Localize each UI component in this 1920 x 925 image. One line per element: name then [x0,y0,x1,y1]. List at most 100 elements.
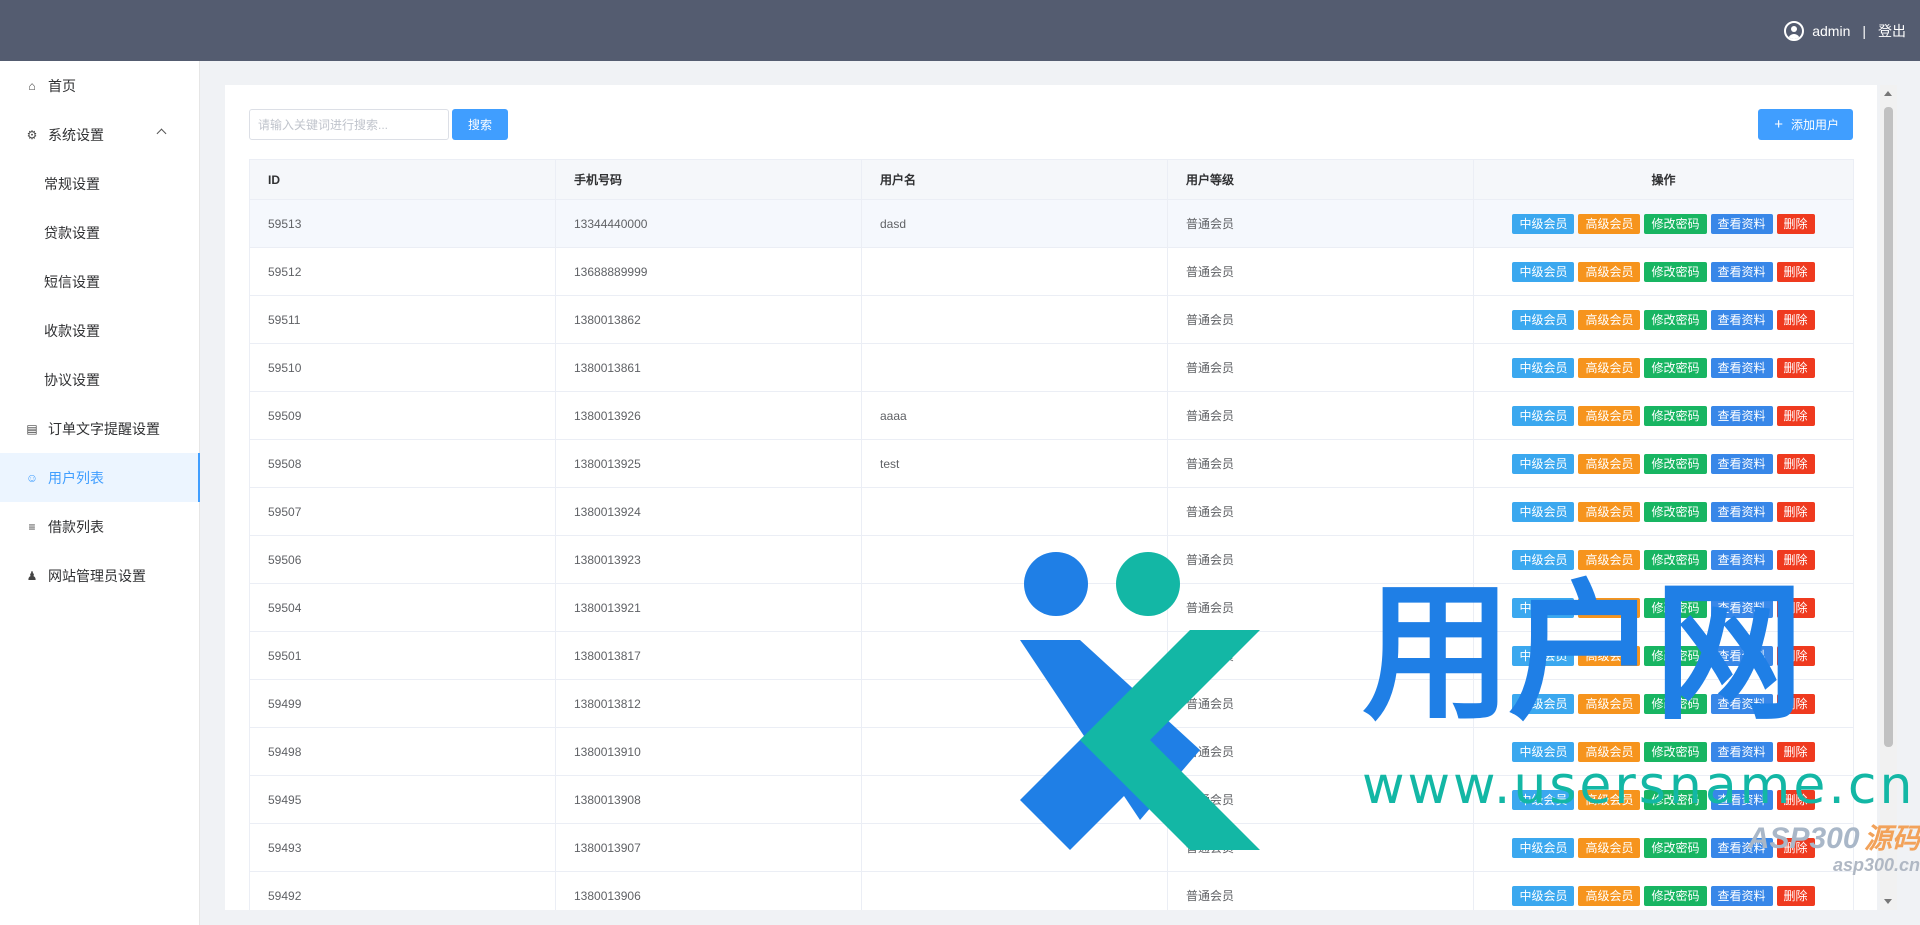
senior-member-button[interactable]: 高级会员 [1578,885,1641,906]
table-row[interactable]: 59499 1380013812 普通会员 中级会员 高级会员 修改密码 查看资料 删除 [249,679,1854,728]
delete-button[interactable]: 删除 [1776,789,1815,810]
change-password-button[interactable]: 修改密码 [1644,261,1707,282]
change-password-button[interactable]: 修改密码 [1644,357,1707,378]
senior-member-button[interactable]: 高级会员 [1578,597,1641,618]
view-profile-button[interactable]: 查看资料 [1710,453,1773,474]
delete-button[interactable]: 删除 [1776,261,1815,282]
sidebar-item-admin-settings[interactable]: ♟ 网站管理员设置 [0,551,199,600]
sidebar-item-agreement-settings[interactable]: 协议设置 [0,355,199,404]
user-avatar-icon[interactable] [1784,21,1805,41]
sidebar-item-general-settings[interactable]: 常规设置 [0,159,199,208]
table-row[interactable]: 59513 13344440000 dasd 普通会员 中级会员 高级会员 修改密码 查看资料… [249,199,1854,248]
mid-member-button[interactable]: 中级会员 [1512,549,1575,570]
search-button[interactable]: 搜索 [452,109,508,140]
mid-member-button[interactable]: 中级会员 [1512,357,1575,378]
logout-link[interactable]: 登出 [1878,21,1906,41]
search-input[interactable] [249,109,449,140]
table-row[interactable]: 59512 13688889999 普通会员 中级会员 高级会员 修改密码 查看资料 删除 [249,247,1854,296]
senior-member-button[interactable]: 高级会员 [1578,261,1641,282]
table-row[interactable]: 59498 1380013910 普通会员 中级会员 高级会员 修改密码 查看资料 删除 [249,727,1854,776]
view-profile-button[interactable]: 查看资料 [1710,837,1773,858]
scroll-down-icon[interactable] [1884,899,1892,904]
sidebar-item-loan-settings[interactable]: 贷款设置 [0,208,199,257]
view-profile-button[interactable]: 查看资料 [1710,309,1773,330]
table-row[interactable]: 59501 1380013817 普通会员 中级会员 高级会员 修改密码 查看资料 删除 [249,631,1854,680]
sidebar-item-user-list[interactable]: ☺ 用户列表 [0,453,200,502]
change-password-button[interactable]: 修改密码 [1644,501,1707,522]
mid-member-button[interactable]: 中级会员 [1512,693,1575,714]
mid-member-button[interactable]: 中级会员 [1512,789,1575,810]
view-profile-button[interactable]: 查看资料 [1710,693,1773,714]
sidebar-item-home[interactable]: ⌂ 首页 [0,61,199,110]
view-profile-button[interactable]: 查看资料 [1710,645,1773,666]
senior-member-button[interactable]: 高级会员 [1578,741,1641,762]
add-user-button[interactable]: + 添加用户 [1758,109,1853,140]
change-password-button[interactable]: 修改密码 [1644,693,1707,714]
view-profile-button[interactable]: 查看资料 [1710,501,1773,522]
change-password-button[interactable]: 修改密码 [1644,789,1707,810]
column-header-username[interactable]: 用户名 [861,159,1168,200]
change-password-button[interactable]: 修改密码 [1644,309,1707,330]
mid-member-button[interactable]: 中级会员 [1512,309,1575,330]
senior-member-button[interactable]: 高级会员 [1578,309,1641,330]
view-profile-button[interactable]: 查看资料 [1710,885,1773,906]
view-profile-button[interactable]: 查看资料 [1710,357,1773,378]
mid-member-button[interactable]: 中级会员 [1512,885,1575,906]
delete-button[interactable]: 删除 [1776,837,1815,858]
vertical-scrollbar[interactable] [1880,85,1897,910]
change-password-button[interactable]: 修改密码 [1644,645,1707,666]
change-password-button[interactable]: 修改密码 [1644,549,1707,570]
table-row[interactable]: 59493 1380013907 普通会员 中级会员 高级会员 修改密码 查看资料 删除 [249,823,1854,872]
table-row[interactable]: 59511 1380013862 普通会员 中级会员 高级会员 修改密码 查看资料 删除 [249,295,1854,344]
column-header-id[interactable]: ID [249,159,556,200]
change-password-button[interactable]: 修改密码 [1644,885,1707,906]
senior-member-button[interactable]: 高级会员 [1578,789,1641,810]
mid-member-button[interactable]: 中级会员 [1512,597,1575,618]
delete-button[interactable]: 删除 [1776,693,1815,714]
mid-member-button[interactable]: 中级会员 [1512,645,1575,666]
delete-button[interactable]: 删除 [1776,501,1815,522]
view-profile-button[interactable]: 查看资料 [1710,213,1773,234]
delete-button[interactable]: 删除 [1776,885,1815,906]
change-password-button[interactable]: 修改密码 [1644,837,1707,858]
view-profile-button[interactable]: 查看资料 [1710,597,1773,618]
mid-member-button[interactable]: 中级会员 [1512,741,1575,762]
table-row[interactable]: 59495 1380013908 普通会员 中级会员 高级会员 修改密码 查看资料 删除 [249,775,1854,824]
mid-member-button[interactable]: 中级会员 [1512,837,1575,858]
delete-button[interactable]: 删除 [1776,453,1815,474]
change-password-button[interactable]: 修改密码 [1644,405,1707,426]
delete-button[interactable]: 删除 [1776,597,1815,618]
senior-member-button[interactable]: 高级会员 [1578,693,1641,714]
delete-button[interactable]: 删除 [1776,741,1815,762]
senior-member-button[interactable]: 高级会员 [1578,213,1641,234]
view-profile-button[interactable]: 查看资料 [1710,405,1773,426]
delete-button[interactable]: 删除 [1776,213,1815,234]
mid-member-button[interactable]: 中级会员 [1512,501,1575,522]
table-row[interactable]: 59509 1380013926 aaaa 普通会员 中级会员 高级会员 修改密码 查看资料删… [249,391,1854,440]
change-password-button[interactable]: 修改密码 [1644,741,1707,762]
change-password-button[interactable]: 修改密码 [1644,213,1707,234]
table-row[interactable]: 59508 1380013925 test 普通会员 中级会员 高级会员 修改密码 查看资料删… [249,439,1854,488]
senior-member-button[interactable]: 高级会员 [1578,501,1641,522]
table-row[interactable]: 59510 1380013861 普通会员 中级会员 高级会员 修改密码 查看资料 删除 [249,343,1854,392]
table-row[interactable]: 59506 1380013923 普通会员 中级会员 高级会员 修改密码 查看资料 删除 [249,535,1854,584]
change-password-button[interactable]: 修改密码 [1644,597,1707,618]
sidebar-item-system-settings[interactable]: ⚙ 系统设置 [0,110,199,159]
delete-button[interactable]: 删除 [1776,549,1815,570]
sidebar-item-loan-list[interactable]: ≡ 借款列表 [0,502,199,551]
senior-member-button[interactable]: 高级会员 [1578,645,1641,666]
column-header-phone[interactable]: 手机号码 [555,159,862,200]
delete-button[interactable]: 删除 [1776,405,1815,426]
username[interactable]: admin [1812,23,1850,39]
view-profile-button[interactable]: 查看资料 [1710,549,1773,570]
mid-member-button[interactable]: 中级会员 [1512,213,1575,234]
sidebar-item-sms-settings[interactable]: 短信设置 [0,257,199,306]
senior-member-button[interactable]: 高级会员 [1578,837,1641,858]
senior-member-button[interactable]: 高级会员 [1578,549,1641,570]
view-profile-button[interactable]: 查看资料 [1710,789,1773,810]
delete-button[interactable]: 删除 [1776,645,1815,666]
senior-member-button[interactable]: 高级会员 [1578,405,1641,426]
mid-member-button[interactable]: 中级会员 [1512,405,1575,426]
delete-button[interactable]: 删除 [1776,357,1815,378]
table-row[interactable]: 59492 1380013906 普通会员 中级会员 高级会员 修改密码 查看资料 删除 [249,871,1854,910]
